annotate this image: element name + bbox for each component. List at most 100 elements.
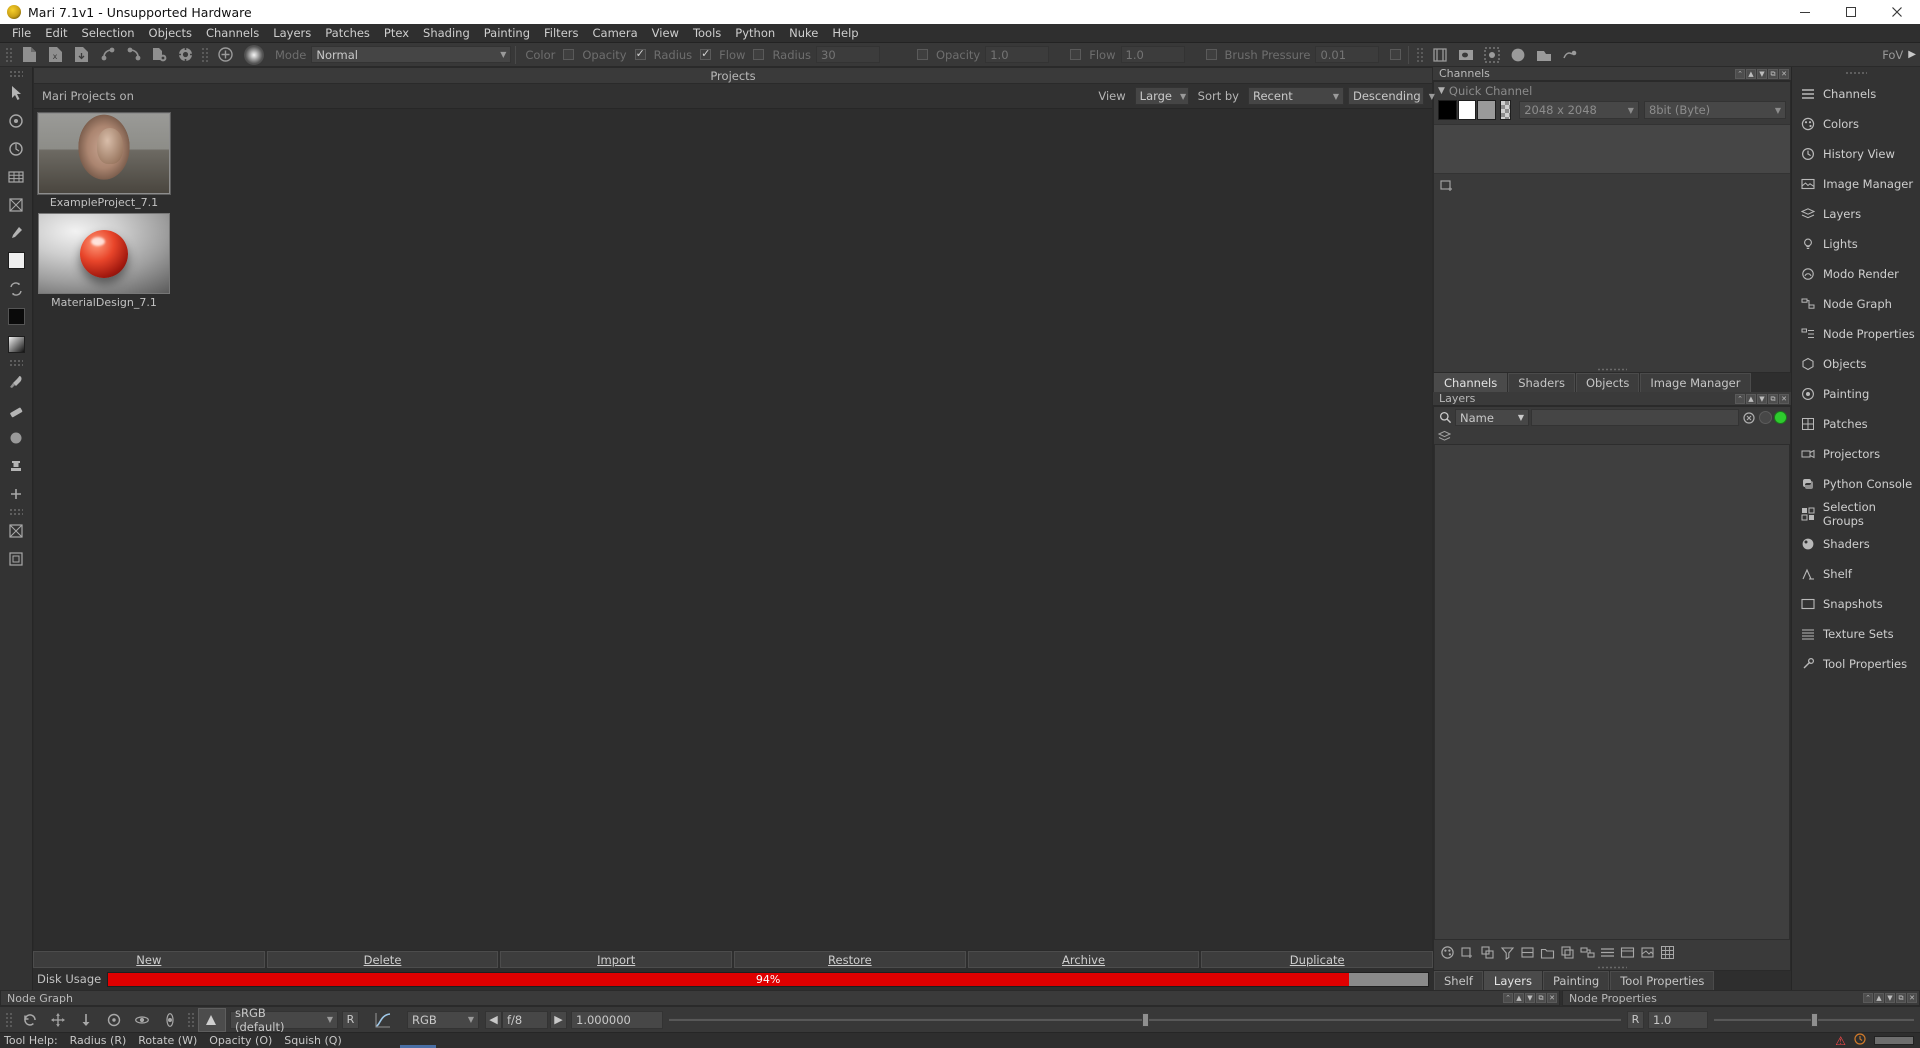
palette-item-node-properties[interactable]: Node Properties (1792, 319, 1920, 349)
swatch-grey[interactable] (1477, 100, 1497, 120)
menu-view[interactable]: View (645, 24, 686, 43)
menu-help[interactable]: Help (825, 24, 865, 43)
close-icon[interactable] (1874, 0, 1920, 24)
palettes-grip[interactable] (1792, 69, 1920, 77)
float-panel-icon[interactable]: ⌃ (1863, 993, 1873, 1003)
rotate-tool-icon[interactable] (3, 135, 29, 162)
collapse-panel-icon[interactable]: ▲ (1514, 993, 1524, 1003)
search-icon[interactable] (1437, 410, 1453, 426)
quick-channel-header[interactable]: ▼ Quick Channel (1434, 82, 1790, 100)
orbit-view-icon[interactable] (128, 1008, 156, 1032)
colorspace-combo[interactable]: sRGB (default) ▼ (230, 1006, 338, 1034)
import-project-button[interactable]: Import (500, 951, 733, 968)
expand-panel-icon[interactable]: ▼ (1525, 993, 1535, 1003)
add-adjustment-layer-icon[interactable] (1459, 944, 1476, 961)
uv-view-icon[interactable] (1453, 44, 1479, 66)
sort-order-combo[interactable]: Descending ▼ (1348, 87, 1435, 105)
resolution-combo[interactable]: 2048 x 2048 ▼ (1519, 101, 1639, 119)
menu-objects[interactable]: Objects (142, 24, 199, 43)
undock-panel-icon[interactable]: ⧉ (1536, 993, 1546, 1003)
close-panel-icon[interactable]: ✕ (1779, 393, 1789, 404)
gamma-slider-handle[interactable] (1142, 1012, 1149, 1027)
palette-item-shelf[interactable]: Shelf (1792, 559, 1920, 589)
palette-item-patches[interactable]: Patches (1792, 409, 1920, 439)
tab-channels[interactable]: Channels (1434, 373, 1508, 392)
delete-project-button[interactable]: Delete (266, 951, 499, 968)
palette-item-objects[interactable]: Objects (1792, 349, 1920, 379)
background-color-swatch[interactable] (3, 303, 29, 330)
menu-patches[interactable]: Patches (318, 24, 377, 43)
color-management-icon[interactable] (198, 1007, 226, 1032)
reset-view-icon[interactable] (16, 1008, 44, 1032)
menu-selection[interactable]: Selection (75, 24, 142, 43)
swatch-white[interactable] (1457, 100, 1477, 120)
opacity-input[interactable]: 1.0 (985, 46, 1050, 63)
bit-depth-combo[interactable]: 8bit (Byte) ▼ (1643, 101, 1786, 119)
palette-item-tool-properties[interactable]: Tool Properties (1792, 649, 1920, 679)
foreground-color-swatch[interactable] (3, 247, 29, 274)
float-panel-icon[interactable]: ⌃ (1735, 393, 1745, 404)
menu-tools[interactable]: Tools (686, 24, 728, 43)
expand-panel-icon[interactable]: ▼ (1885, 993, 1895, 1003)
maximize-icon[interactable] (1828, 0, 1874, 24)
radius-checkbox-1[interactable] (634, 47, 646, 60)
tab-layers[interactable]: Layers (1483, 971, 1542, 990)
opacity-checkbox-2[interactable] (917, 49, 928, 60)
layers-list[interactable] (1434, 444, 1790, 940)
shader-ball-icon[interactable] (1505, 44, 1531, 66)
clone-stamp-icon[interactable] (3, 452, 29, 479)
layer-visibility-toggle[interactable] (1759, 411, 1772, 424)
exposure-up-button[interactable]: ▶ (550, 1010, 567, 1029)
extra-checkbox[interactable] (1390, 49, 1402, 60)
project-thumbnail[interactable] (38, 213, 170, 294)
palette-item-snapshots[interactable]: Snapshots (1792, 589, 1920, 619)
undock-panel-icon[interactable]: ⧉ (1768, 68, 1778, 79)
channels-list[interactable] (1434, 196, 1790, 366)
tab-shelf[interactable]: Shelf (1434, 971, 1483, 990)
palette-item-lights[interactable]: Lights (1792, 229, 1920, 259)
duplicate-layer-icon[interactable] (1559, 944, 1576, 961)
collapse-panel-icon[interactable]: ▲ (1746, 393, 1756, 404)
curve-editor-icon[interactable] (369, 1008, 397, 1032)
layer-active-indicator[interactable] (1774, 411, 1787, 424)
clear-search-icon[interactable] (1741, 410, 1757, 426)
tools-grip-top[interactable] (9, 70, 23, 77)
rotate-view-icon[interactable] (100, 1008, 128, 1032)
zoom-view-icon[interactable] (156, 1008, 184, 1032)
gradient-swatch[interactable] (3, 331, 29, 358)
add-node-icon[interactable] (3, 480, 29, 507)
menu-edit[interactable]: Edit (38, 24, 74, 43)
preferences-gear-icon[interactable] (172, 44, 198, 66)
project-card[interactable]: MaterialDesign_7.1 (38, 213, 170, 309)
flow-checkbox-1[interactable] (700, 47, 712, 60)
swatch-black[interactable] (1438, 100, 1457, 120)
eraser-icon[interactable] (3, 396, 29, 423)
float-panel-icon[interactable]: ⌃ (1503, 993, 1513, 1003)
tools-grip-low[interactable] (9, 508, 23, 515)
reset-colorspace-button[interactable]: R (342, 1010, 359, 1029)
sort-by-combo[interactable]: Recent ▼ (1248, 87, 1344, 105)
restore-project-button[interactable]: Restore (734, 951, 966, 968)
perspective-view-icon[interactable] (1427, 44, 1453, 66)
close-panel-icon[interactable]: ✕ (1779, 68, 1789, 79)
toolbar-grip-1[interactable] (5, 45, 13, 64)
undock-panel-icon[interactable]: ⧉ (1896, 993, 1906, 1003)
select-arrow-icon[interactable] (3, 79, 29, 106)
layer-stack-icon[interactable] (1438, 430, 1451, 443)
brush-preview-icon[interactable] (244, 44, 264, 65)
flow-input[interactable]: 1.0 (1120, 46, 1185, 63)
add-paint-layer-icon[interactable] (1439, 944, 1456, 961)
delete-layer-icon[interactable] (1639, 944, 1656, 961)
palette-item-channels[interactable]: Channels (1792, 79, 1920, 109)
tab-image-manager[interactable]: Image Manager (1640, 373, 1751, 392)
opacity-checkbox-1[interactable] (563, 49, 575, 60)
palette-item-projectors[interactable]: Projectors (1792, 439, 1920, 469)
layer-list-view-icon[interactable] (1599, 944, 1616, 961)
add-procedural-layer-icon[interactable] (1479, 944, 1496, 961)
menu-painting[interactable]: Painting (477, 24, 537, 43)
layers-filter-combo[interactable]: Name ▼ (1455, 409, 1529, 426)
blend-mode-combo[interactable]: Normal ▼ (311, 46, 512, 63)
palette-item-node-graph[interactable]: Node Graph (1792, 289, 1920, 319)
tab-shaders[interactable]: Shaders (1508, 373, 1575, 392)
brush-pressure-input[interactable]: 0.01 (1315, 46, 1380, 63)
